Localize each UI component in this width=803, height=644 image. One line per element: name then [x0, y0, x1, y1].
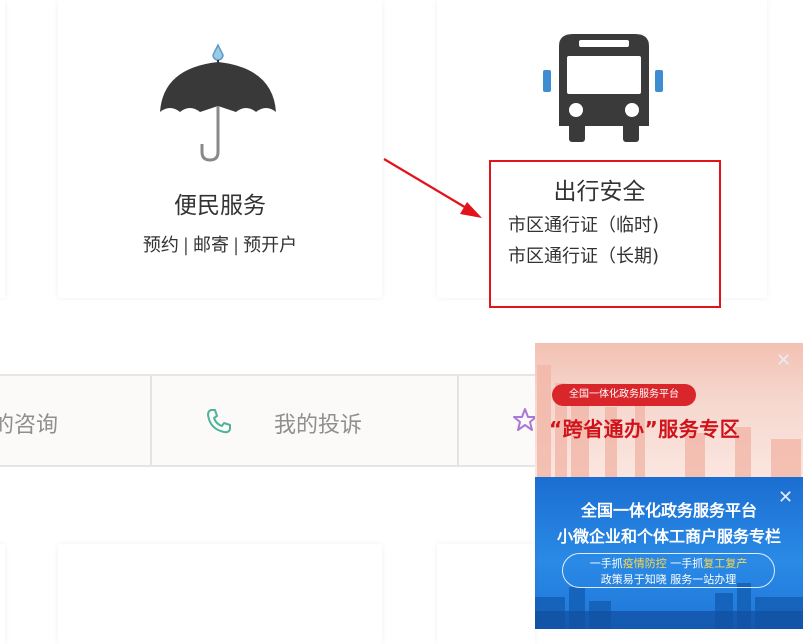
slogan-text: 一手抓 [666, 557, 704, 570]
link-mailing[interactable]: 邮寄 [193, 235, 229, 256]
service-card-lower-1[interactable] [58, 544, 382, 644]
banner-line1: 全国一体化政务服务平台 [580, 501, 757, 520]
my-complaints-item[interactable]: 我的投诉 [152, 376, 457, 465]
banner-zone-title: “跨省通办”服务专区 [549, 417, 741, 441]
banner-slogan-line2: 政策易于知晓 服务一站办理 [600, 573, 737, 586]
banner-platform-pill: 全国一体化政务服务平台 [552, 384, 696, 406]
banner-line2: 小微企业和个体工商户服务专栏 [556, 527, 781, 546]
slogan-highlight: 疫情防控 [622, 557, 667, 570]
banner-small-business[interactable]: 全国一体化政务服务平台 小微企业和个体工商户服务专栏 一手抓疫情防控 一手抓复工… [535, 477, 803, 629]
slogan-highlight: 复工复产 [703, 557, 748, 570]
service-card-lower-2[interactable] [437, 544, 535, 644]
card-partial-left [0, 0, 5, 298]
card-links-convenience: 预约 | 邮寄 | 预开户 [58, 231, 382, 257]
banner-slogan-line1: 一手抓疫情防控 一手抓复工复产 [563, 555, 774, 571]
link-separator: | [233, 235, 240, 256]
phone-icon [207, 409, 231, 434]
link-separator: | [182, 235, 189, 256]
my-complaints-label[interactable]: 我的投诉 [274, 407, 362, 439]
service-card-convenience[interactable]: 便民服务 预约 | 邮寄 | 预开户 [58, 0, 382, 298]
city-skyline-graphic [537, 365, 801, 477]
annotation-highlight-box [489, 160, 721, 308]
slogan-text: 一手抓 [589, 557, 623, 570]
link-appointment[interactable]: 预约 [143, 235, 179, 256]
my-consultations-item[interactable]: 的咨询 [0, 376, 150, 465]
banner-slogan-pill: 一手抓疫情防控 一手抓复工复产 政策易于知晓 服务一站办理 [562, 553, 775, 588]
umbrella-icon [160, 43, 276, 162]
banner-cross-province[interactable]: 全国一体化政务服务平台 “跨省通办”服务专区 ✕ [535, 343, 803, 477]
card-title-convenience[interactable]: 便民服务 [58, 186, 382, 220]
close-icon[interactable]: ✕ [778, 487, 793, 508]
link-pre-account[interactable]: 预开户 [243, 235, 297, 256]
divider [457, 376, 459, 465]
bus-icon [543, 34, 663, 142]
card-partial-lower-left [0, 544, 5, 644]
close-icon[interactable]: ✕ [776, 350, 791, 371]
my-consultations-label[interactable]: 的咨询 [0, 407, 58, 439]
